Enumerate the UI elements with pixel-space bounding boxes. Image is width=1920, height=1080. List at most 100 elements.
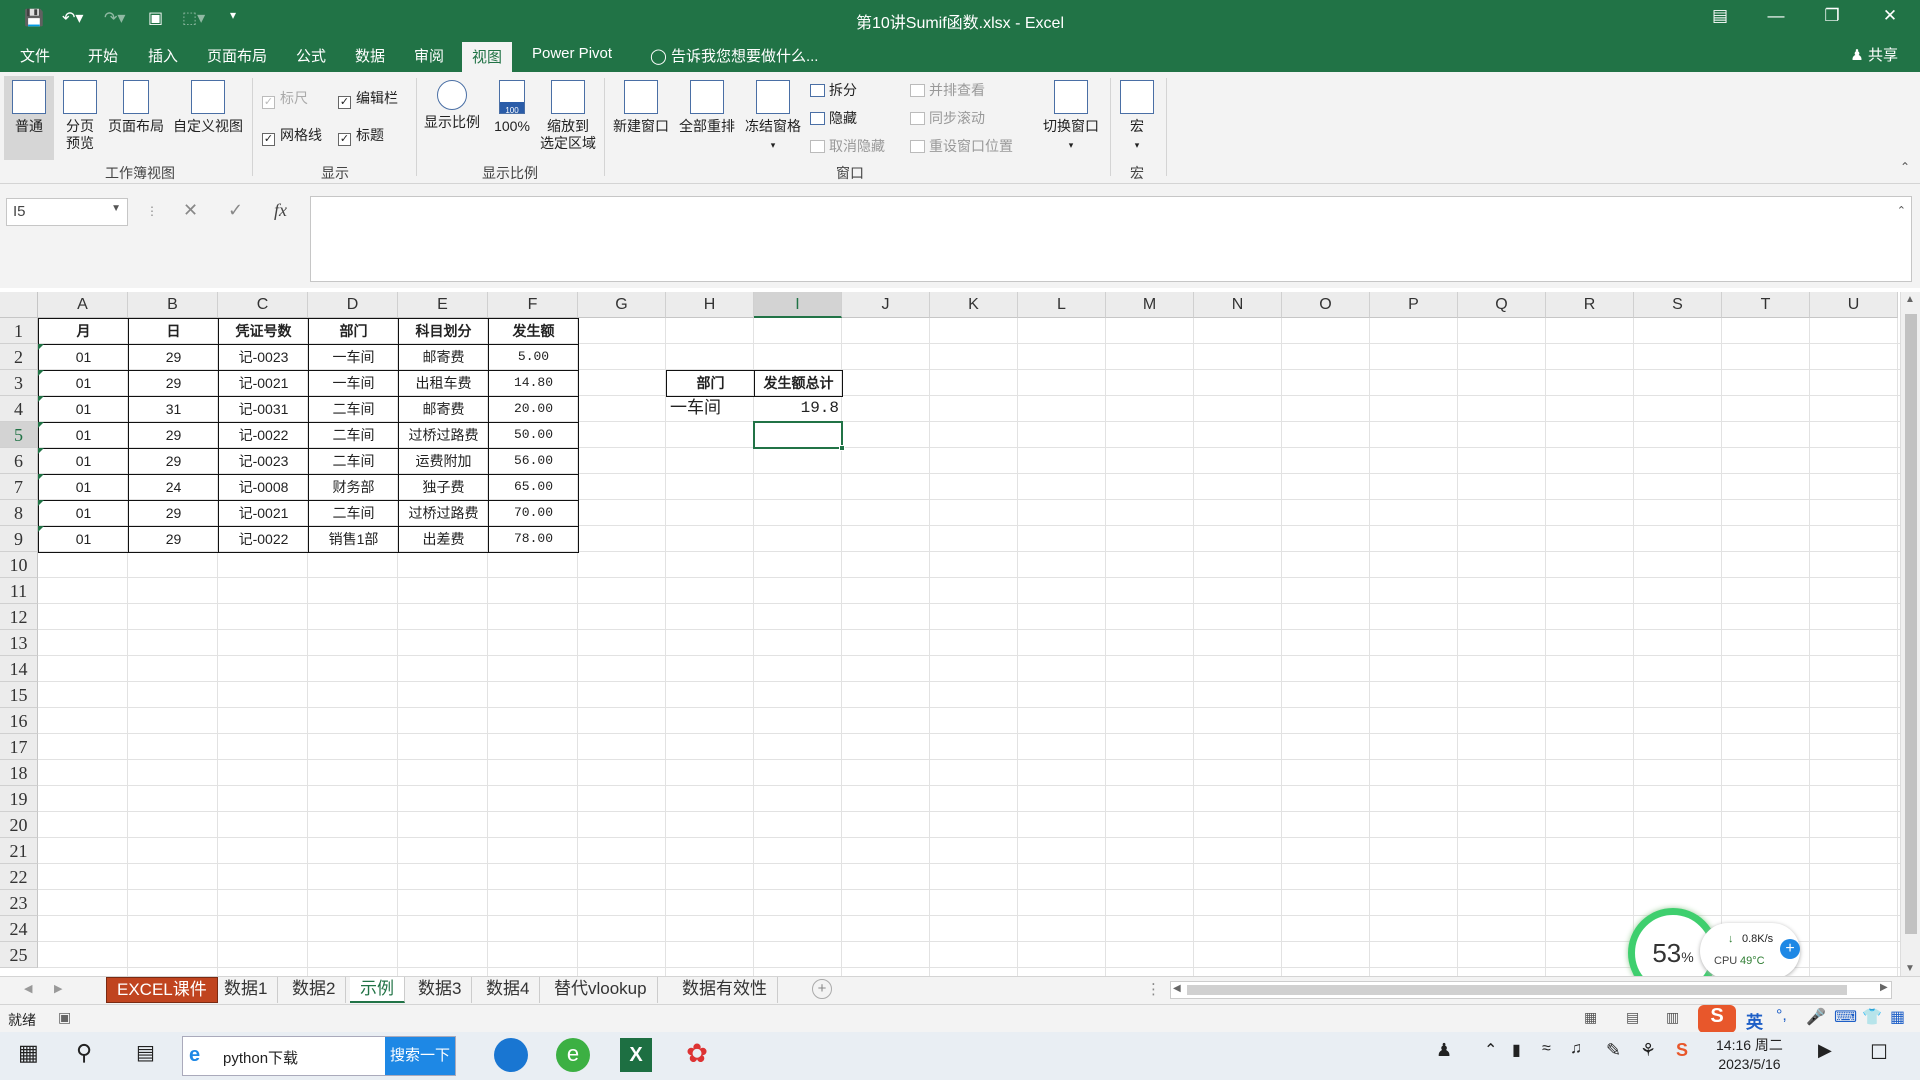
row-header-21[interactable]: 21 (0, 838, 38, 864)
wifi-icon[interactable]: ≈ (1542, 1040, 1551, 1058)
taskbar-search-box[interactable]: e python下载 搜索一下 (182, 1036, 456, 1076)
add-sheet-icon[interactable]: + (812, 979, 832, 999)
summary-dept-value[interactable]: 一车间 (666, 396, 755, 423)
table-cell[interactable]: 78.00 (488, 526, 579, 553)
freeze-panes-button[interactable]: 冻结窗格 ▾ (740, 76, 806, 154)
worksheet-grid[interactable]: A B C D E F G H I J K L M N O P Q R S T U 1 2 3 4 5 6 7 8 9 10 11 12 13 14… (0, 292, 1900, 976)
toolbox-icon[interactable]: ▦ (1890, 1007, 1905, 1027)
table-cell[interactable]: 70.00 (488, 500, 579, 527)
splitter-icon[interactable]: ⋮ (1146, 980, 1161, 998)
row-header-13[interactable]: 13 (0, 630, 38, 656)
table-cell[interactable]: 56.00 (488, 448, 579, 475)
tab-review[interactable]: 审阅 (414, 45, 444, 66)
table-cell[interactable]: 二车间 (308, 448, 399, 475)
table-cell[interactable]: 50.00 (488, 422, 579, 449)
column-header-a[interactable]: A (38, 292, 128, 318)
table-cell[interactable]: 01 (38, 370, 129, 397)
table-cell[interactable]: 记-0008 (218, 474, 309, 501)
formula-bar-checkbox[interactable]: ✓ 编辑栏 (338, 88, 398, 109)
normal-view-button[interactable]: 普通 (4, 76, 54, 160)
row-header-7[interactable]: 7 (0, 474, 38, 500)
table-cell[interactable]: 记-0031 (218, 396, 309, 423)
people-icon[interactable]: ♟ (1436, 1040, 1452, 1061)
table-cell[interactable]: 一车间 (308, 370, 399, 397)
column-header-i[interactable]: I (754, 292, 842, 318)
page-layout-view-button[interactable]: 页面布局 (104, 76, 168, 135)
battery-icon[interactable]: ▮ (1512, 1040, 1521, 1060)
ribbon-display-icon[interactable]: ▤ (1700, 6, 1740, 26)
column-header-k[interactable]: K (930, 292, 1018, 318)
table-cell[interactable]: 独子费 (398, 474, 489, 501)
row-header-3[interactable]: 3 (0, 370, 38, 396)
row-header-19[interactable]: 19 (0, 786, 38, 812)
sheet-tab[interactable]: 数据1 (214, 977, 279, 1003)
name-box[interactable]: I5 ▼ (6, 198, 128, 226)
microphone-icon[interactable]: 🎤 (1806, 1007, 1826, 1027)
summary-header-total[interactable]: 发生额总计 (754, 370, 843, 397)
gridlines-checkbox[interactable]: ✓ 网格线 (262, 125, 322, 146)
column-header-h[interactable]: H (666, 292, 754, 318)
row-header-6[interactable]: 6 (0, 448, 38, 474)
row-header-17[interactable]: 17 (0, 734, 38, 760)
tab-data[interactable]: 数据 (355, 45, 385, 66)
search-go-button[interactable]: 搜索一下 (385, 1037, 455, 1075)
table-cell[interactable]: 记-0021 (218, 500, 309, 527)
table-cell[interactable]: 01 (38, 448, 129, 475)
view-side-by-side-button[interactable]: 并排查看 (910, 80, 985, 100)
sheet-tab[interactable]: 替代vlookup (544, 977, 658, 1003)
table-cell[interactable]: 过桥过路费 (398, 500, 489, 527)
row-header-20[interactable]: 20 (0, 812, 38, 838)
scroll-left-icon[interactable]: ◀ (1173, 983, 1181, 994)
tell-me-box[interactable]: ◯ 告诉我您想要做什么... (650, 45, 818, 66)
tray-chevron-icon[interactable]: ⌃ (1484, 1040, 1497, 1060)
zoom-selection-button[interactable]: 缩放到 选定区域 (536, 76, 600, 152)
tab-view[interactable]: 视图 (462, 42, 513, 72)
clock[interactable]: 14:16 周二 2023/5/16 (1716, 1036, 1783, 1074)
page-layout-status-icon[interactable]: ▤ (1626, 1009, 1639, 1026)
table-cell[interactable]: 二车间 (308, 500, 399, 527)
table-cell[interactable]: 邮寄费 (398, 344, 489, 371)
table-cell[interactable]: 二车间 (308, 396, 399, 423)
row-header-1[interactable]: 1 (0, 318, 38, 344)
table-cell[interactable]: 01 (38, 396, 129, 423)
custom-views-button[interactable]: 自定义视图 (170, 76, 246, 135)
scroll-down-icon[interactable]: ▼ (1905, 963, 1915, 974)
sheet-tab[interactable]: 数据2 (282, 977, 347, 1003)
table-cell[interactable]: 记-0023 (218, 448, 309, 475)
sheet-tab[interactable]: EXCEL课件 (106, 977, 218, 1003)
table-cell[interactable]: 过桥过路费 (398, 422, 489, 449)
column-header-d[interactable]: D (308, 292, 398, 318)
zoom-button[interactable]: 显示比例 (420, 76, 484, 131)
tab-home[interactable]: 开始 (88, 45, 118, 66)
column-header-f[interactable]: F (488, 292, 578, 318)
media-icon[interactable]: ▶ (1818, 1040, 1832, 1061)
table-cell[interactable]: 29 (128, 422, 219, 449)
skin-icon[interactable]: 👕 (1862, 1007, 1882, 1027)
row-header-15[interactable]: 15 (0, 682, 38, 708)
row-header-25[interactable]: 25 (0, 942, 38, 968)
notification-icon[interactable]: ☐ (1870, 1040, 1888, 1065)
volume-icon[interactable]: ♫ (1570, 1040, 1582, 1058)
table-cell[interactable]: 01 (38, 474, 129, 501)
windows-start-icon[interactable]: ▦ (18, 1040, 39, 1066)
column-header-b[interactable]: B (128, 292, 218, 318)
table-cell[interactable]: 01 (38, 526, 129, 553)
table-cell[interactable]: 01 (38, 422, 129, 449)
column-header-u[interactable]: U (1810, 292, 1898, 318)
keyboard-icon[interactable]: ⌨ (1834, 1007, 1857, 1027)
split-button[interactable]: 拆分 (810, 80, 857, 100)
fill-handle[interactable] (839, 445, 845, 451)
table-header-cell[interactable]: 凭证号数 (218, 318, 309, 345)
row-header-11[interactable]: 11 (0, 578, 38, 604)
tray-app-icon[interactable]: ⚘ (1640, 1040, 1656, 1061)
sheet-tab[interactable]: 数据3 (408, 977, 473, 1003)
table-cell[interactable]: 运费附加 (398, 448, 489, 475)
row-header-5[interactable]: 5 (0, 422, 38, 448)
table-cell[interactable]: 24 (128, 474, 219, 501)
table-cell[interactable]: 出租车费 (398, 370, 489, 397)
active-cell-i5[interactable] (753, 421, 845, 451)
table-cell[interactable]: 29 (128, 500, 219, 527)
sheet-tab-active[interactable]: 示例 (350, 977, 405, 1003)
scroll-right-icon[interactable]: ▶ (1880, 982, 1888, 993)
sogou-ime-icon[interactable]: S (1698, 1005, 1736, 1033)
